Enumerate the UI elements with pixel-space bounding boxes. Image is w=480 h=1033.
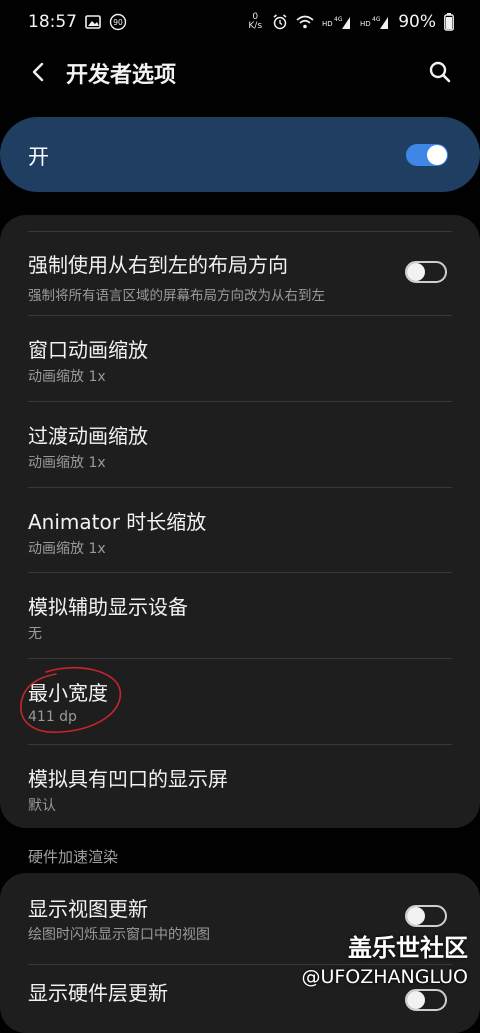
setting-title: 模拟具有凹口的显示屏 [28,767,228,791]
toggle-knob [407,991,425,1009]
hd-4g-signal-icon: HD 4G [322,16,351,29]
developer-options-master-switch[interactable]: 开 [0,117,480,192]
watermark-handle: @UFOZHANGLUO [301,966,468,988]
svg-text:4G: 4G [372,16,381,23]
svg-text:HD: HD [360,20,371,28]
setting-title: 显示硬件层更新 [28,981,168,1005]
setting-title: 强制使用从右到左的布局方向 [28,253,288,277]
setting-simulate-secondary-display[interactable]: 模拟辅助显示设备 无 [0,573,480,658]
setting-title: 最小宽度 [28,681,108,705]
setting-simulate-notch-display[interactable]: 模拟具有凹口的显示屏 默认 [0,745,480,828]
setting-title: 模拟辅助显示设备 [28,595,188,619]
search-icon[interactable] [426,58,454,86]
setting-smallest-width[interactable]: 最小宽度 411 dp [0,659,480,744]
svg-text:4G: 4G [334,16,343,23]
setting-subtitle: 动画缩放 1x [28,541,106,557]
setting-subtitle: 动画缩放 1x [28,369,106,385]
master-switch-label: 开 [28,145,49,169]
setting-subtitle: 无 [28,626,42,642]
settings-card: 强制使用从右到左的布局方向 强制将所有语言区域的屏幕布局方向改为从右到左 窗口动… [0,215,480,828]
toggle-knob [407,263,425,281]
master-toggle[interactable] [406,144,448,166]
show-view-updates-toggle[interactable] [405,905,447,927]
setting-transition-animation-scale[interactable]: 过渡动画缩放 动画缩放 1x [0,402,480,487]
svg-text:HD: HD [322,20,333,28]
setting-title: 过渡动画缩放 [28,424,148,448]
hd-4g-signal-icon: HD 4G [360,16,389,29]
battery-percent: 90% [398,12,436,32]
page-title: 开发者选项 [66,63,177,88]
setting-title: Animator 时长缩放 [28,510,207,534]
setting-subtitle: 绘图时闪烁显示窗口中的视图 [28,927,210,943]
show-hardware-layer-updates-toggle[interactable] [405,989,447,1011]
toggle-knob [427,145,447,165]
setting-animator-duration-scale[interactable]: Animator 时长缩放 动画缩放 1x [0,488,480,573]
net-speed: 0 K/s [248,12,263,31]
setting-subtitle: 强制将所有语言区域的屏幕布局方向改为从右到左 [28,288,325,304]
setting-window-animation-scale[interactable]: 窗口动画缩放 动画缩放 1x [0,316,480,401]
battery-icon [444,13,454,31]
setting-title: 窗口动画缩放 [28,338,148,362]
app-bar: 开发者选项 [0,44,480,100]
badge-90-icon: 90 [109,13,127,31]
setting-subtitle: 411 dp [28,709,77,725]
image-icon [85,15,101,29]
setting-title: 显示视图更新 [28,897,148,921]
setting-force-rtl[interactable]: 强制使用从右到左的布局方向 强制将所有语言区域的屏幕布局方向改为从右到左 [0,231,480,316]
section-header: 硬件加速渲染 [28,848,119,866]
setting-subtitle: 动画缩放 1x [28,455,106,471]
alarm-icon [273,14,287,30]
chevron-left-icon[interactable] [26,58,54,86]
status-time: 18:57 [28,12,77,32]
watermark-community: 盖乐世社区 [348,934,468,962]
setting-subtitle: 默认 [28,798,56,814]
wifi-icon [296,15,314,29]
force-rtl-toggle[interactable] [405,261,447,283]
svg-text:90: 90 [113,18,123,27]
status-bar: 18:57 90 0 K/s HD 4G HD 4G 90% [0,0,480,44]
toggle-knob [407,907,425,925]
